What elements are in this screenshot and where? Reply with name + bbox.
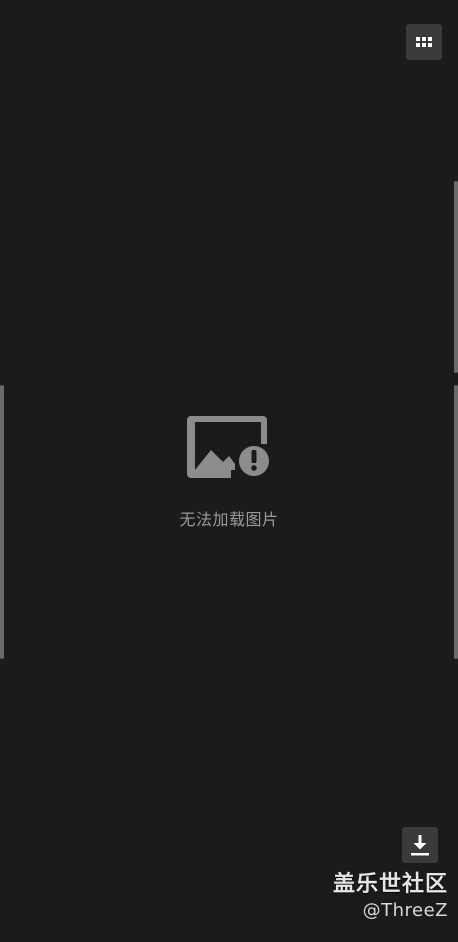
grid-icon: [416, 37, 432, 47]
watermark-site-name: 盖乐世社区: [332, 872, 448, 897]
error-message: 无法加载图片: [179, 510, 279, 529]
right-edge-handle-top[interactable]: [454, 181, 458, 373]
watermark-username: @ThreeZ: [362, 900, 448, 921]
image-viewer-screen: 无法加载图片 盖乐世社区 @ThreeZ: [0, 0, 458, 942]
grid-view-button[interactable]: [406, 24, 442, 60]
image-load-error: 无法加载图片: [0, 412, 458, 530]
download-button[interactable]: [402, 827, 438, 863]
broken-image-icon: [187, 416, 272, 479]
download-icon: [411, 835, 429, 856]
